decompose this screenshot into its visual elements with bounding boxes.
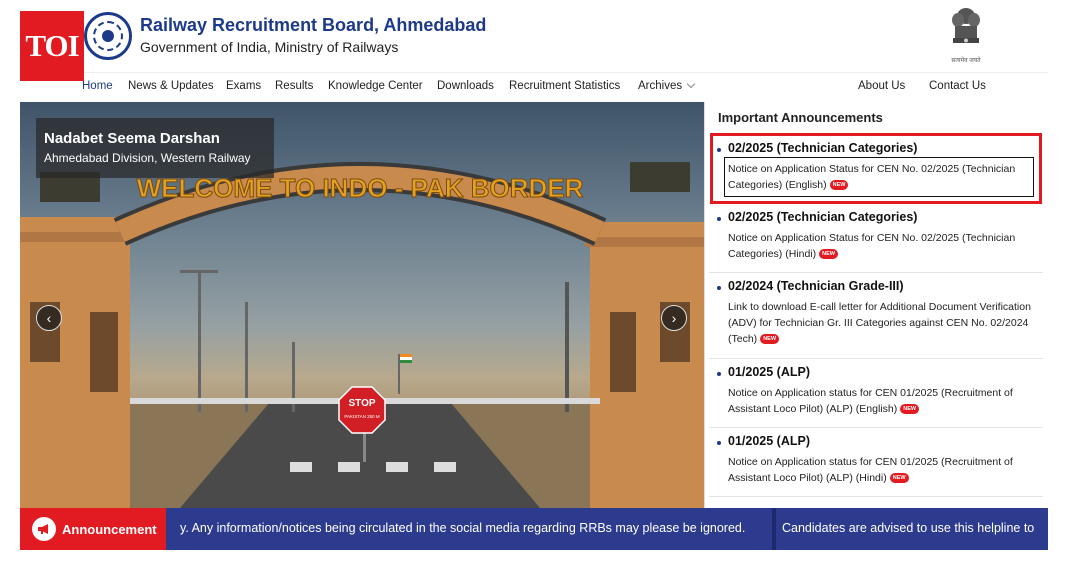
banner-caption-title: Nadabet Seema Darshan — [44, 130, 220, 147]
ticker-message[interactable]: Candidates are advised to use this helpl… — [782, 521, 1034, 535]
main-nav: Home News & Updates Exams Results Knowle… — [20, 72, 1048, 102]
announcement-title[interactable]: 02/2024 (Technician Grade-III) — [728, 279, 904, 293]
ticker-label: Announcement — [20, 508, 166, 550]
bullet-icon — [717, 217, 721, 221]
nav-downloads[interactable]: Downloads — [437, 80, 494, 92]
emblem-caption: सत्यमेव जयते — [951, 58, 981, 64]
ticker-separator — [772, 508, 776, 550]
nav-archives-label: Archives — [638, 80, 683, 92]
nav-about-us[interactable]: About Us — [858, 80, 905, 92]
carousel-prev-button[interactable]: ‹ — [36, 305, 62, 331]
announcement-item[interactable]: 01/2025 (ALP) Notice on Application stat… — [709, 428, 1043, 497]
panel-heading: Important Announcements — [718, 110, 883, 125]
nav-archives[interactable]: Archives — [638, 79, 696, 92]
announcement-link[interactable]: Notice on Application status for CEN 01/… — [728, 454, 1034, 486]
announcement-link[interactable]: Notice on Application status for CEN 01/… — [728, 385, 1034, 417]
announcement-link-text: Notice on Application status for CEN 01/… — [728, 387, 1013, 415]
nav-contact-us[interactable]: Contact Us — [929, 80, 986, 92]
announcement-item[interactable]: 02/2025 (Technician Categories) Notice o… — [709, 204, 1043, 273]
announcement-ticker: Announcement y. Any information/notices … — [20, 508, 1048, 550]
nav-knowledge-center[interactable]: Knowledge Center — [328, 80, 423, 92]
nav-home[interactable]: Home — [82, 80, 113, 92]
stop-sign-subtext: PAKISTAN 250 M — [344, 414, 380, 419]
site-subtitle: Government of India, Ministry of Railway… — [140, 39, 399, 55]
new-badge: NEW — [900, 404, 920, 415]
site-title[interactable]: Railway Recruitment Board, Ahmedabad — [140, 15, 486, 36]
announcement-link-text: Notice on Application Status for CEN No.… — [728, 163, 1016, 191]
banner-caption: Nadabet Seema Darshan Ahmedabad Division… — [36, 118, 274, 178]
bullet-icon — [717, 148, 721, 152]
announcement-link[interactable]: Link to download E-call letter for Addit… — [728, 299, 1034, 347]
announcement-link-text: Notice on Application Status for CEN No.… — [728, 232, 1016, 260]
announcement-link-text: Notice on Application status for CEN 01/… — [728, 456, 1013, 484]
new-badge: NEW — [829, 180, 849, 191]
nav-recruitment-statistics[interactable]: Recruitment Statistics — [509, 80, 620, 92]
bullet-icon — [717, 372, 721, 376]
ashoka-lion-icon — [952, 8, 980, 43]
nav-news-updates[interactable]: News & Updates — [128, 80, 214, 92]
megaphone-icon — [32, 517, 56, 541]
nav-results[interactable]: Results — [275, 80, 313, 92]
site-header: TOI Railway Recruitment Board, Ahmedabad… — [0, 0, 1069, 81]
announcement-title[interactable]: 01/2025 (ALP) — [728, 434, 810, 448]
important-announcements-panel: Important Announcements 02/2025 (Technic… — [704, 102, 1048, 508]
toi-logo: TOI — [20, 11, 84, 81]
announcement-item[interactable]: 02/2024 (Technician Grade-III) Link to d… — [709, 273, 1043, 359]
announcement-title[interactable]: 02/2025 (Technician Categories) — [728, 210, 917, 224]
national-emblem: सत्यमेव जयते — [944, 6, 988, 64]
bullet-icon — [717, 441, 721, 445]
announcement-item[interactable]: 01/2025 (ALP) Notice on Application stat… — [709, 359, 1043, 428]
hero-carousel: WELCOME TO INDO - PAK BORDER STOP PAKIST… — [20, 102, 704, 508]
announcement-title[interactable]: 02/2025 (Technician Categories) — [728, 141, 917, 155]
announcement-link[interactable]: Notice on Application Status for CEN No.… — [728, 230, 1034, 262]
new-badge: NEW — [819, 249, 838, 260]
ticker-message[interactable]: y. Any information/notices being circula… — [180, 521, 745, 535]
new-badge: NEW — [760, 334, 780, 345]
chevron-right-icon: › — [671, 310, 677, 326]
nav-exams[interactable]: Exams — [226, 80, 261, 92]
announcement-item[interactable]: 02/2025 (Technician Categories) Notice o… — [709, 135, 1043, 204]
banner-caption-subtitle: Ahmedabad Division, Western Railway — [44, 151, 251, 165]
new-badge: NEW — [889, 473, 909, 484]
ticker-label-text: Announcement — [62, 521, 157, 537]
announcement-link[interactable]: Notice on Application Status for CEN No.… — [728, 161, 1034, 193]
indian-railways-logo — [84, 12, 132, 60]
carousel-next-button[interactable]: › — [661, 305, 687, 331]
announcement-title[interactable]: 01/2025 (ALP) — [728, 365, 810, 379]
chevron-down-icon — [686, 79, 696, 89]
chevron-left-icon: ‹ — [46, 310, 52, 326]
stop-sign-text: STOP — [348, 398, 375, 409]
bullet-icon — [717, 286, 721, 290]
